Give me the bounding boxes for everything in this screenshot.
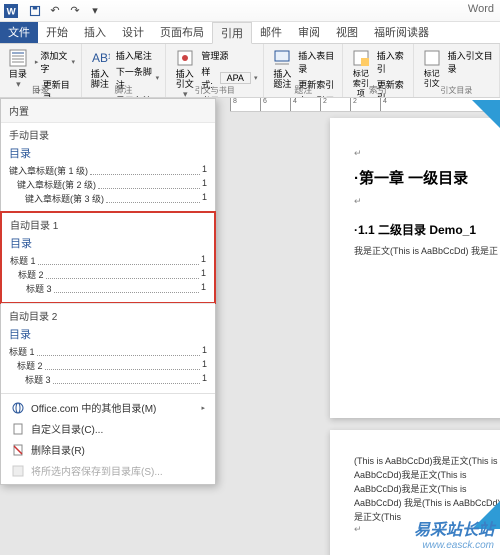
ruler: 8 6 4 2 2 4 (230, 98, 500, 112)
tab-layout[interactable]: 页面布局 (152, 22, 212, 43)
globe-icon (11, 401, 25, 415)
tab-foxit[interactable]: 福昕阅读器 (366, 22, 437, 43)
toc-option-auto-1[interactable]: 自动目录 1 目录 标题 11 标题 21 标题 31 (0, 211, 216, 304)
toc-menu-remove[interactable]: 删除目录(R) (1, 439, 215, 460)
group-toc: 目录▾ ▸添加文字▾ ⟳更新目录 目录 (0, 44, 82, 97)
tab-review[interactable]: 审阅 (290, 22, 328, 43)
toc-menu-save-selection: 将所选内容保存到目录库(S)... (1, 460, 215, 481)
doc-heading-2: ·1.1 二级目录 Demo_1 (354, 221, 500, 238)
qat-dropdown-icon[interactable]: ▾ (86, 2, 104, 20)
document-icon (11, 422, 25, 436)
group-authority: 标记引文 插入引文目录 引文目录 (414, 44, 500, 97)
word-app-icon: W (4, 4, 18, 18)
undo-icon[interactable]: ↶ (46, 2, 64, 20)
group-index: 标记索引项 插入索引 更新索引 索引 (343, 44, 414, 97)
toc-gallery-dropdown: 内置 手动目录 目录 键入章标题(第 1 级)1 键入章标题(第 2 级)1 键… (0, 98, 216, 485)
tab-view[interactable]: 视图 (328, 22, 366, 43)
group-caption: 插入题注 插入表目录 更新索引 交叉引用 题注 (264, 44, 343, 97)
add-text-button[interactable]: ▸添加文字▾ (32, 48, 77, 76)
tab-design[interactable]: 设计 (114, 22, 152, 43)
toc-section-builtin: 内置 (1, 99, 215, 122)
titlebar: W ↶ ↷ ▾ Word (0, 0, 500, 22)
toc-menu: Office.com 中的其他目录(M)▸ 自定义目录(C)... 删除目录(R… (1, 393, 215, 484)
decorative-corner-icon (472, 100, 500, 128)
doc-body-text: 我是正文(This is AaBbCcDd) 我是正 (354, 244, 500, 258)
insert-table-figures-button[interactable]: 插入表目录 (296, 48, 338, 76)
insert-authorities-button[interactable]: 插入引文目录 (446, 48, 495, 76)
tab-insert[interactable]: 插入 (76, 22, 114, 43)
document-area: 8 6 4 2 2 4 ↵ ·第一章 一级目录 ↵ ·1.1 二级目录 Demo… (0, 98, 500, 555)
group-citation: 插入引文▾ 管理源 样式:APA▾ 书目▾ 引文与书目 (166, 44, 264, 97)
group-footnote: AB¹ 插入脚注 插入尾注 下一条脚注▾ 显示备注 脚注 (82, 44, 166, 97)
ribbon-tabs: 文件 开始 插入 设计 页面布局 引用 邮件 审阅 视图 福昕阅读器 (0, 22, 500, 44)
save-gallery-icon (11, 464, 25, 478)
ribbon: 目录▾ ▸添加文字▾ ⟳更新目录 目录 AB¹ 插入脚注 插入尾注 下一条脚注▾… (0, 44, 500, 98)
doc-heading-1: ·第一章 一级目录 (354, 167, 500, 188)
insert-index-button[interactable]: 插入索引 (375, 48, 409, 76)
svg-text:W: W (7, 6, 17, 17)
toc-menu-custom[interactable]: 自定义目录(C)... (1, 418, 215, 439)
toc-menu-office[interactable]: Office.com 中的其他目录(M)▸ (1, 397, 215, 418)
insert-endnote-button[interactable]: 插入尾注 (114, 48, 161, 63)
tab-mail[interactable]: 邮件 (252, 22, 290, 43)
quick-access-toolbar: ↶ ↷ ▾ (26, 2, 104, 20)
toc-option-manual[interactable]: 手动目录 目录 键入章标题(第 1 级)1 键入章标题(第 2 级)1 键入章标… (1, 122, 215, 212)
remove-icon (11, 443, 25, 457)
tab-home[interactable]: 开始 (38, 22, 76, 43)
tab-references[interactable]: 引用 (212, 22, 252, 44)
paragraph-mark-icon: ↵ (354, 148, 500, 159)
save-icon[interactable] (26, 2, 44, 20)
toc-option-auto-2[interactable]: 自动目录 2 目录 标题 11 标题 21 标题 31 (1, 303, 215, 393)
watermark: 易采站长站 www.easck.com (414, 516, 494, 551)
document-page-1[interactable]: ↵ ·第一章 一级目录 ↵ ·1.1 二级目录 Demo_1 我是正文(This… (330, 118, 500, 418)
svg-text:AB¹: AB¹ (92, 51, 110, 65)
redo-icon[interactable]: ↷ (66, 2, 84, 20)
manage-sources-button[interactable]: 管理源 (199, 48, 259, 63)
app-title: Word (468, 3, 494, 15)
tab-file[interactable]: 文件 (0, 22, 38, 43)
